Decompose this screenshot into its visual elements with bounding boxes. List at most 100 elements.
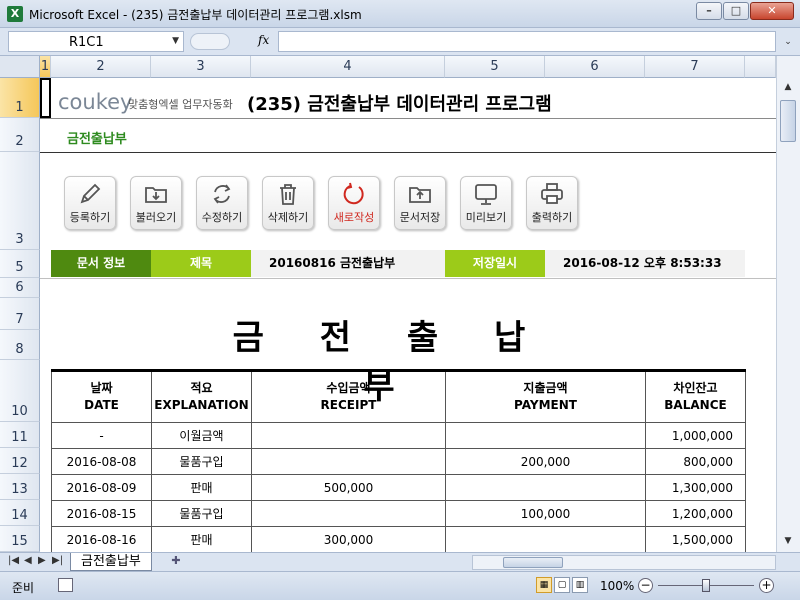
cell-receipt[interactable] [251,448,446,475]
column-header[interactable]: 3 [151,56,251,78]
save-document-button[interactable]: 문서저장 [394,176,446,230]
select-all-corner[interactable] [0,56,40,78]
cell-date[interactable]: - [51,422,152,449]
scroll-thumb[interactable] [503,557,563,568]
expand-formula-icon[interactable]: ⌄ [780,32,796,52]
next-sheet-icon[interactable]: ▶ [38,555,46,566]
maximize-button[interactable]: □ [723,2,749,20]
row-header[interactable]: 14 [0,500,40,526]
cell-payment[interactable] [445,526,646,552]
cell-balance[interactable]: 1,300,000 [645,474,746,501]
column-header[interactable]: 2 [51,56,151,78]
cell-receipt[interactable]: 300,000 [251,526,446,552]
name-box-value: R1C1 [69,35,104,50]
column-header[interactable]: 7 [645,56,745,78]
insert-sheet-icon[interactable]: ✚ [166,554,186,570]
cell-explanation[interactable]: 이월금액 [151,422,252,449]
scroll-down-icon[interactable]: ▼ [781,536,795,550]
macro-record-icon[interactable] [58,578,73,592]
row-header[interactable]: 15 [0,526,40,552]
zoom-out-icon[interactable]: − [638,578,653,593]
horizontal-scrollbar[interactable] [472,555,776,570]
new-document-button[interactable]: 새로작성 [328,176,380,230]
title-value[interactable]: 20160816 금전출납부 [269,250,439,277]
cell-balance[interactable]: 1,200,000 [645,500,746,527]
row-header[interactable]: 2 [0,118,40,152]
cell-receipt[interactable] [251,422,446,449]
row-header[interactable]: 6 [0,278,40,298]
prev-sheet-icon[interactable]: ◀ [24,555,32,566]
cell-date[interactable]: 2016-08-16 [51,526,152,552]
column-header[interactable]: 4 [251,56,445,78]
row-header[interactable]: 3 [0,152,40,250]
zoom-knob[interactable] [702,579,710,592]
scroll-thumb[interactable] [780,100,796,142]
cell-payment[interactable]: 100,000 [445,500,646,527]
divider [40,278,776,279]
preview-label: 미리보기 [465,211,507,224]
column-header[interactable]: 6 [545,56,645,78]
page-layout-view-icon[interactable]: ▢ [554,577,570,593]
first-sheet-icon[interactable]: |◀ [8,555,19,566]
excel-icon[interactable]: X [7,6,23,22]
cell-receipt[interactable]: 500,000 [251,474,446,501]
column-header[interactable]: 1 [40,56,51,78]
row-header[interactable]: 7 [0,298,40,330]
last-sheet-icon[interactable]: ▶| [52,555,63,566]
print-button[interactable]: 출력하기 [526,176,578,230]
column-header[interactable]: 5 [445,56,545,78]
cell-explanation[interactable]: 판매 [151,526,252,552]
table-row: 2016-08-08 물품구입 200,000 800,000 [51,448,746,475]
table-row: 2016-08-16 판매 300,000 1,500,000 [51,526,746,552]
saved-at-value: 2016-08-12 오후 8:53:33 [563,256,722,270]
save-document-label: 문서저장 [399,211,441,224]
name-box[interactable]: R1C1 ▼ [8,31,184,52]
vertical-scrollbar[interactable]: ▲ ▼ [776,56,800,552]
cell-payment[interactable] [445,422,646,449]
cell-payment[interactable] [445,474,646,501]
preview-button[interactable]: 미리보기 [460,176,512,230]
row-header[interactable]: 11 [0,422,40,448]
scroll-up-icon[interactable]: ▲ [781,82,795,96]
cell-balance[interactable]: 1,500,000 [645,526,746,552]
normal-view-icon[interactable]: ▦ [536,577,552,593]
row-header[interactable]: 12 [0,448,40,474]
cell-balance[interactable]: 1,000,000 [645,422,746,449]
load-button[interactable]: 불러오기 [130,176,182,230]
new-document-label: 새로작성 [333,211,375,224]
cell-explanation[interactable]: 물품구입 [151,448,252,475]
delete-button[interactable]: 삭제하기 [262,176,314,230]
cell-explanation[interactable]: 판매 [151,474,252,501]
sheet-tab-active[interactable]: 금전출납부 [70,553,152,571]
cell-receipt[interactable] [251,500,446,527]
row-header[interactable]: 10 [0,360,40,422]
zoom-level[interactable]: 100% [600,579,634,593]
cell-date[interactable]: 2016-08-09 [51,474,152,501]
saved-at-label: 저장일시 [445,250,545,277]
cell-explanation[interactable]: 물품구입 [151,500,252,527]
page-break-view-icon[interactable]: ▥ [572,577,588,593]
active-cell[interactable] [40,78,51,118]
edit-button[interactable]: 수정하기 [196,176,248,230]
minimize-button[interactable]: – [696,2,722,20]
row-header[interactable]: 1 [0,78,40,118]
divider [40,118,776,119]
view-buttons: ▦ ▢ ▥ [536,577,590,593]
insert-function-icon[interactable]: fx [258,33,269,47]
printer-icon [541,183,563,204]
cell-date[interactable]: 2016-08-08 [51,448,152,475]
monitor-icon [475,184,497,205]
cell-payment[interactable]: 200,000 [445,448,646,475]
row-header[interactable]: 13 [0,474,40,500]
register-button[interactable]: 등록하기 [64,176,116,230]
zoom-slider[interactable]: − + [638,578,774,594]
close-button[interactable]: ✕ [750,2,794,20]
zoom-in-icon[interactable]: + [759,578,774,593]
formula-input[interactable] [278,31,776,52]
column-header[interactable] [745,56,776,78]
row-header[interactable]: 5 [0,250,40,278]
cell-date[interactable]: 2016-08-15 [51,500,152,527]
chevron-down-icon[interactable]: ▼ [172,36,179,46]
row-header[interactable]: 8 [0,330,40,360]
cell-balance[interactable]: 800,000 [645,448,746,475]
